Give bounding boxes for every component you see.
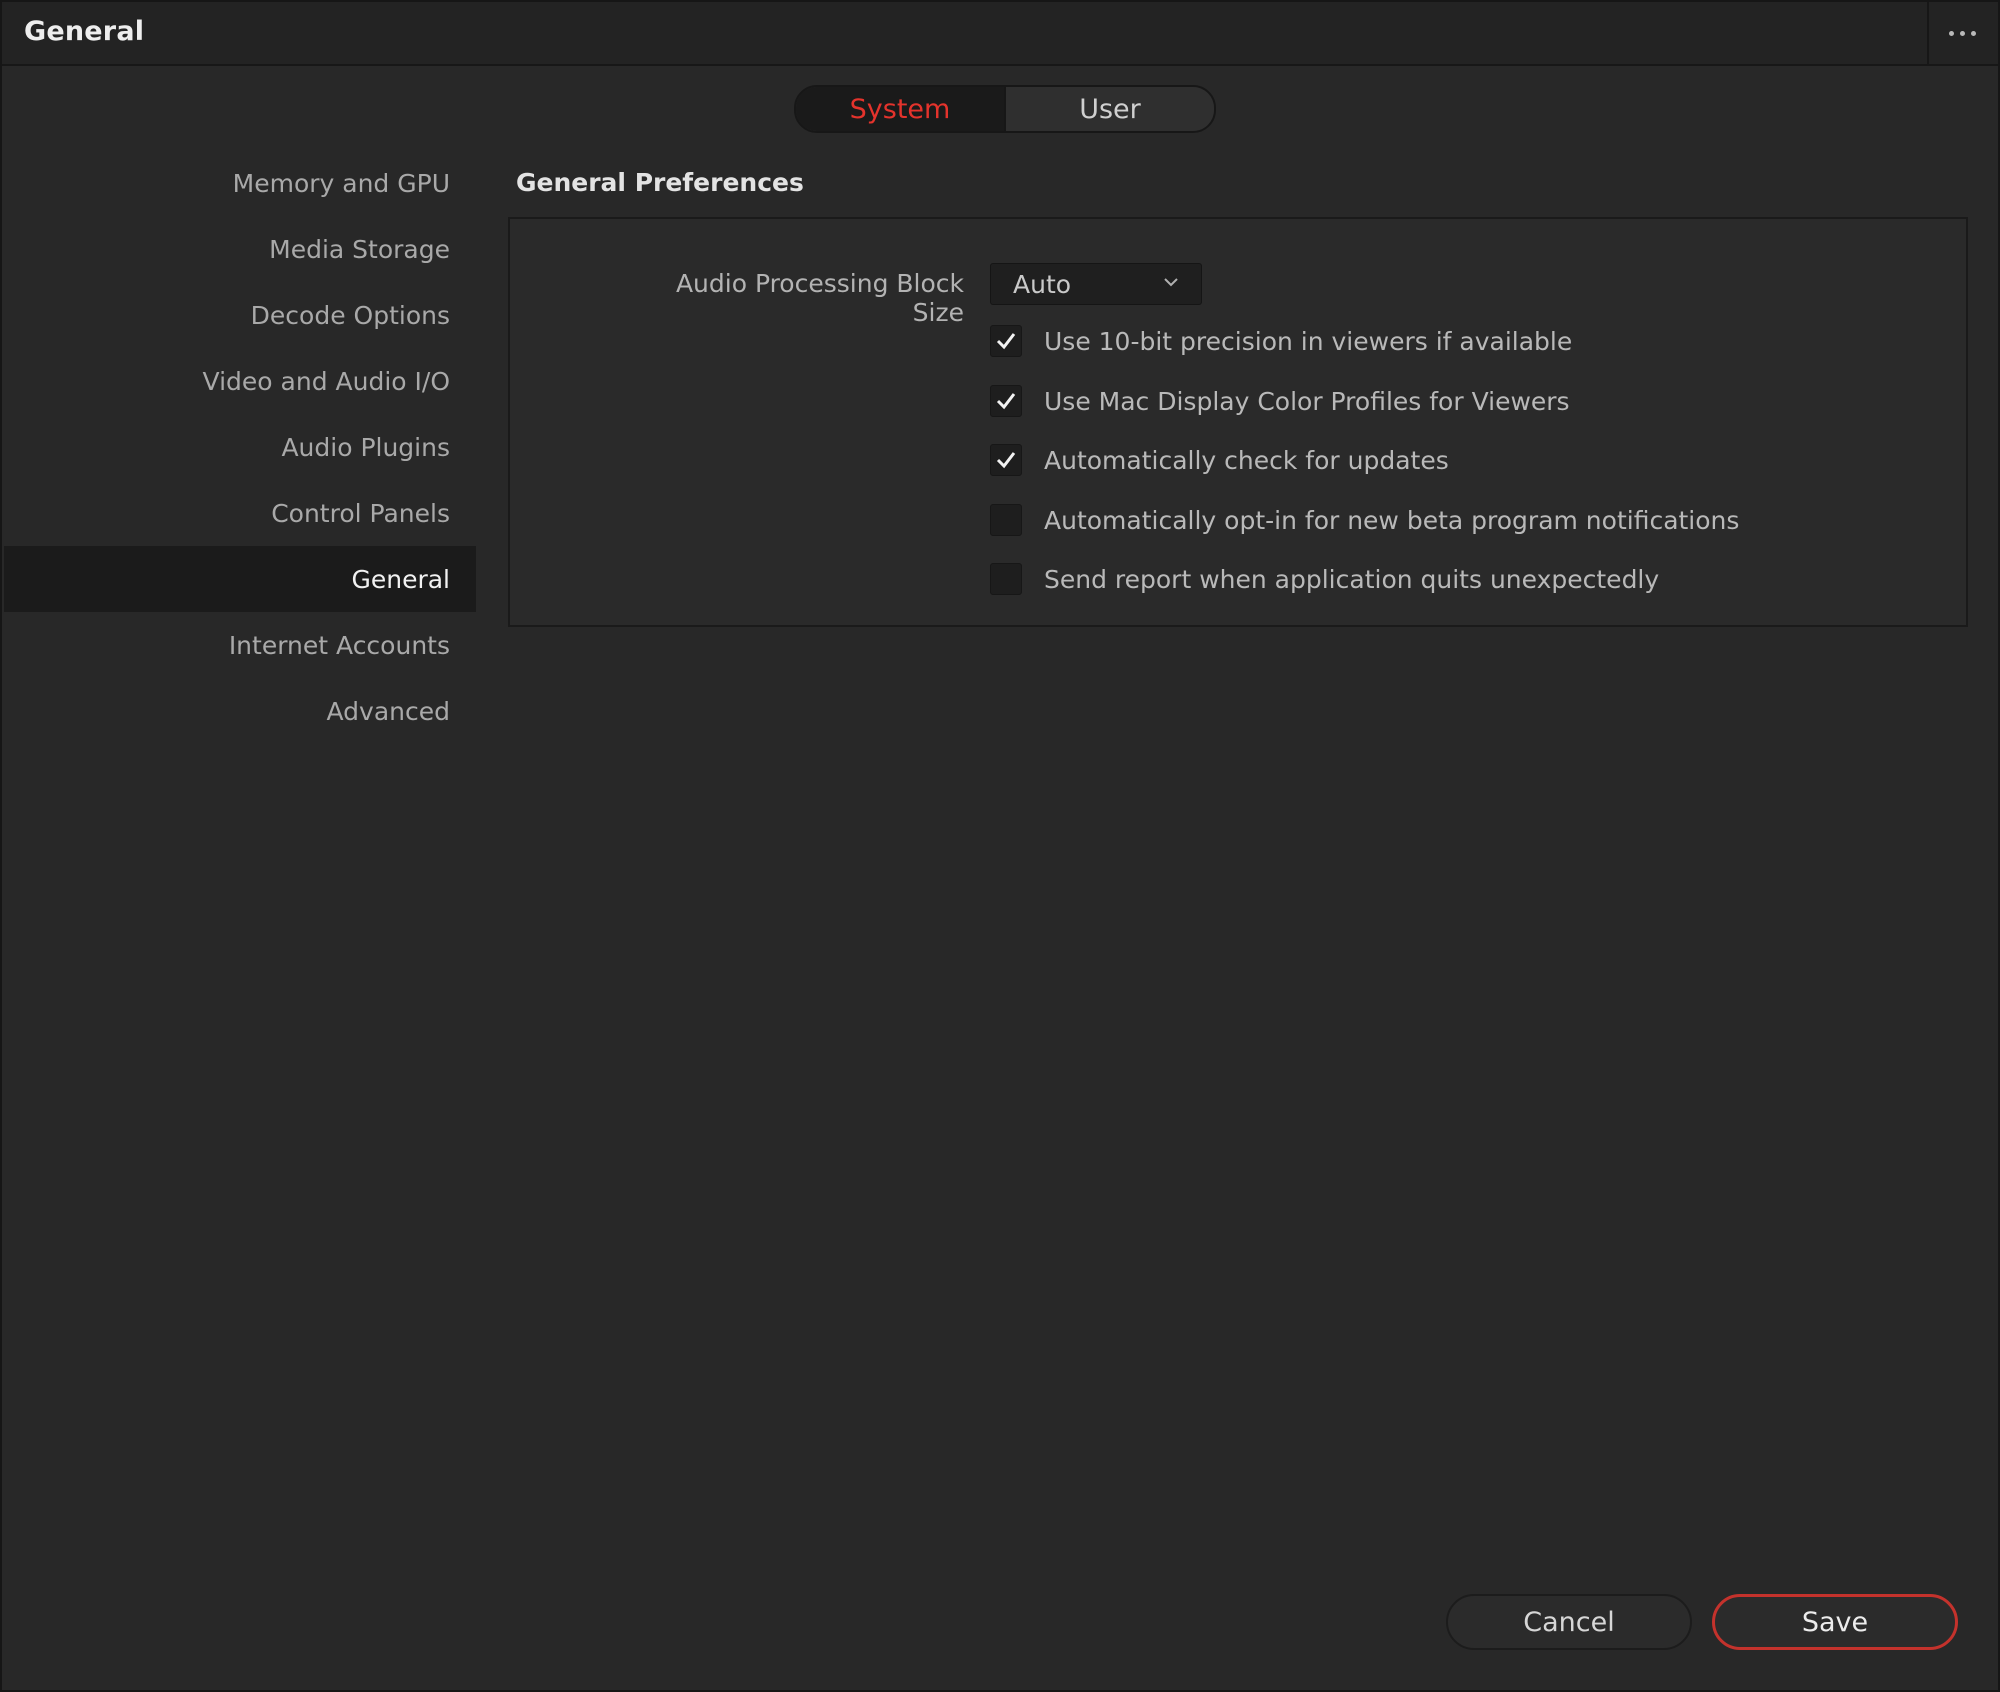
sidebar-item-decode-options[interactable]: Decode Options: [4, 282, 476, 348]
sidebar-item-media-storage[interactable]: Media Storage: [4, 216, 476, 282]
sidebar-item-video-and-audio-io[interactable]: Video and Audio I/O: [4, 348, 476, 414]
sidebar-item-control-panels[interactable]: Control Panels: [4, 480, 476, 546]
sidebar-item-internet-accounts[interactable]: Internet Accounts: [4, 612, 476, 678]
checkbox-beta-notifications[interactable]: [990, 504, 1022, 536]
option-label: Use Mac Display Color Profiles for Viewe…: [1044, 386, 1570, 416]
checkmark-icon: [996, 393, 1016, 410]
checkbox-check-updates[interactable]: [990, 444, 1022, 476]
general-preferences-panel: Audio Processing Block Size Auto Use 10-…: [508, 217, 1968, 627]
tab-system[interactable]: System: [796, 87, 1004, 131]
checkbox-send-report[interactable]: [990, 563, 1022, 595]
sidebar-item-audio-plugins[interactable]: Audio Plugins: [4, 414, 476, 480]
sidebar: Memory and GPU Media Storage Decode Opti…: [4, 150, 476, 744]
option-label: Automatically check for updates: [1044, 445, 1449, 475]
checkmark-icon: [996, 452, 1016, 469]
chevron-down-icon: [1164, 278, 1178, 287]
scope-tabs: System User: [794, 85, 1216, 133]
window-title: General: [24, 16, 145, 47]
dropdown-value: Auto: [1013, 270, 1072, 299]
option-10bit-precision: Use 10-bit precision in viewers if avail…: [990, 321, 1572, 361]
sidebar-item-advanced[interactable]: Advanced: [4, 678, 476, 744]
checkbox-10bit-precision[interactable]: [990, 325, 1022, 357]
option-beta-notifications: Automatically opt-in for new beta progra…: [990, 500, 1739, 540]
title-bar: General: [2, 2, 1998, 66]
title-bar-divider: [1927, 2, 1929, 64]
preferences-window: General System User Memory and GPU Media…: [0, 0, 2000, 1692]
sidebar-item-general[interactable]: General: [4, 546, 476, 612]
option-label: Automatically opt-in for new beta progra…: [1044, 505, 1740, 535]
save-button[interactable]: Save: [1712, 1594, 1958, 1650]
section-title: General Preferences: [516, 168, 804, 197]
audio-block-size-label: Audio Processing Block Size: [675, 269, 964, 327]
checkmark-icon: [996, 333, 1016, 350]
checkbox-mac-display-profiles[interactable]: [990, 385, 1022, 417]
audio-block-size-dropdown[interactable]: Auto: [990, 263, 1202, 305]
tab-user[interactable]: User: [1004, 87, 1214, 131]
option-mac-display-profiles: Use Mac Display Color Profiles for Viewe…: [990, 381, 1570, 421]
option-label: Use 10-bit precision in viewers if avail…: [1044, 326, 1573, 356]
option-check-updates: Automatically check for updates: [990, 440, 1449, 480]
option-send-report: Send report when application quits unexp…: [990, 559, 1659, 599]
sidebar-item-memory-and-gpu[interactable]: Memory and GPU: [4, 150, 476, 216]
cancel-button[interactable]: Cancel: [1446, 1594, 1692, 1650]
option-label: Send report when application quits unexp…: [1044, 564, 1660, 594]
more-options-icon[interactable]: [1940, 18, 1984, 48]
